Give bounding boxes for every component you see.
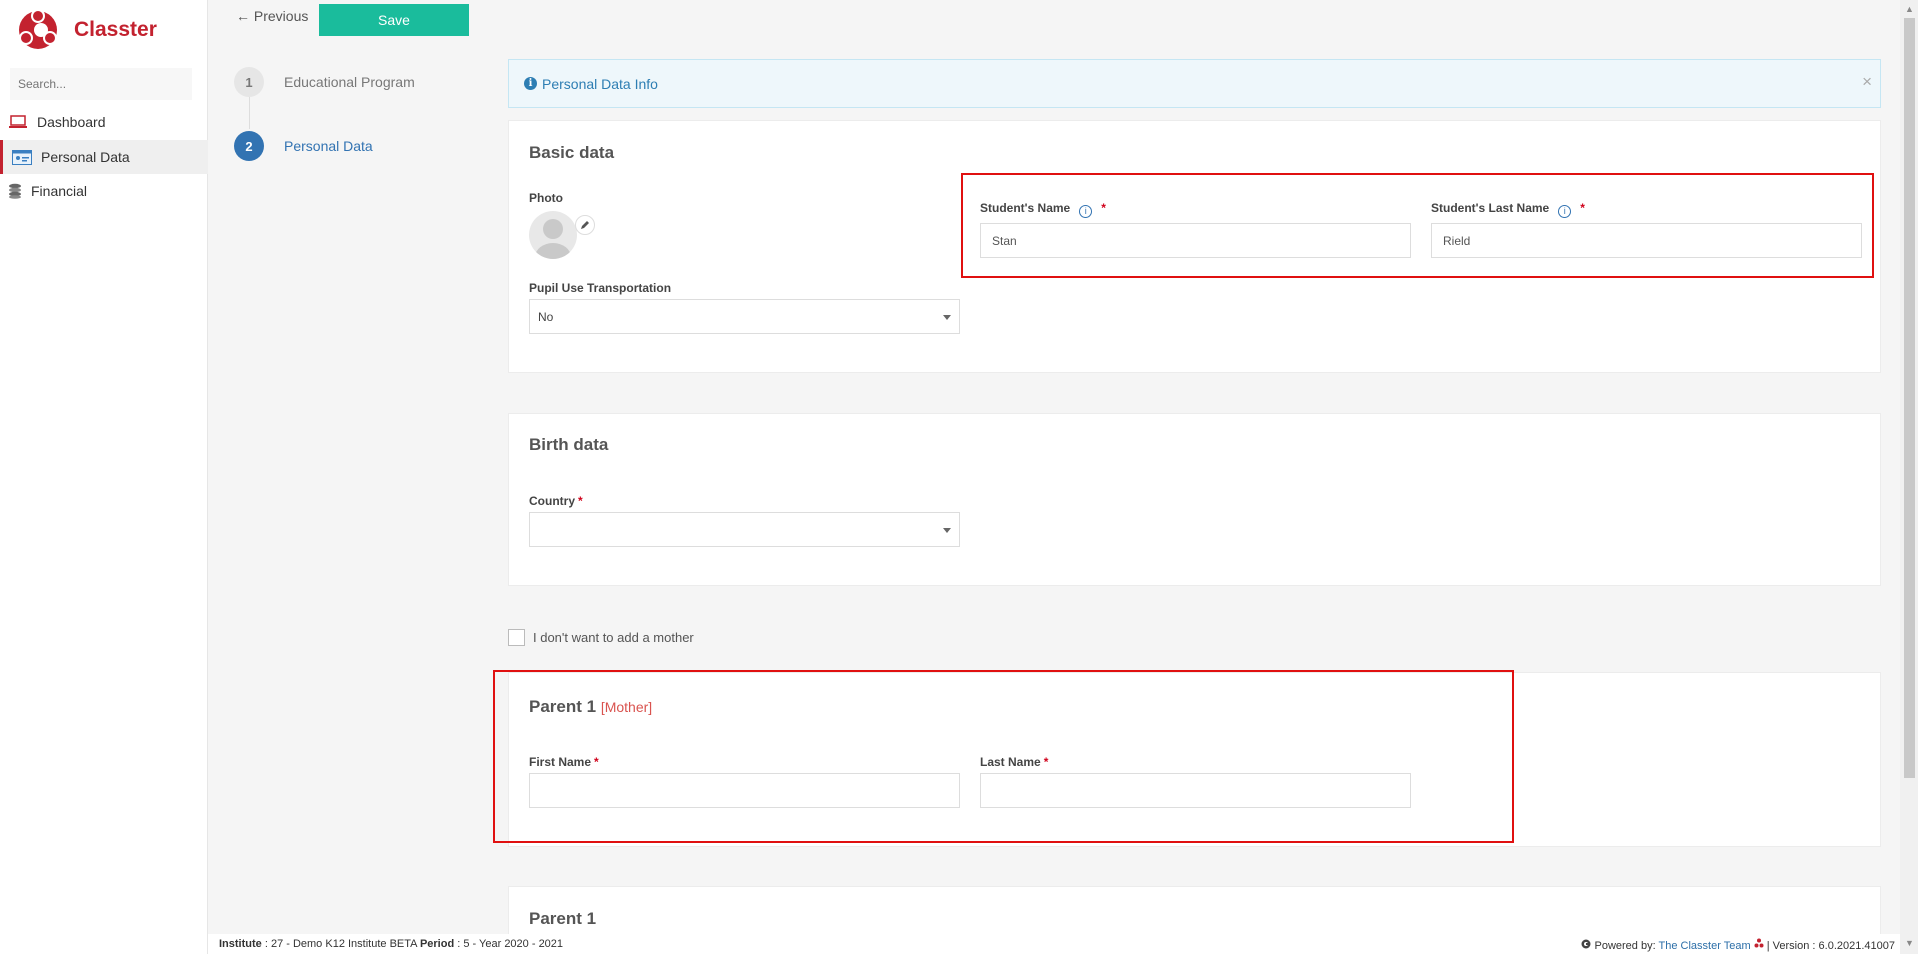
save-button[interactable]: Save [319, 4, 469, 36]
step-number: 2 [234, 131, 264, 161]
laptop-icon [8, 113, 28, 131]
no-mother-label: I don't want to add a mother [533, 630, 694, 645]
student-last-name-field[interactable] [1431, 223, 1862, 258]
required-mark: * [1043, 755, 1049, 769]
close-icon[interactable]: × [1862, 72, 1872, 92]
sidebar-item-personal-data[interactable]: Personal Data [0, 140, 208, 174]
country-label-text: Country [529, 494, 575, 508]
transport-label: Pupil Use Transportation [529, 281, 672, 295]
info-icon[interactable]: i [1079, 204, 1093, 218]
country-label: Country * [529, 494, 583, 508]
required-mark: * [594, 755, 599, 769]
parent2-card: Parent 1 [508, 886, 1881, 934]
sidebar-item-label: Personal Data [41, 149, 130, 165]
step-label: Personal Data [284, 138, 373, 154]
toolbar: ← Previous Save [208, 0, 1900, 38]
scrollbar[interactable]: ▲ ▼ [1900, 0, 1918, 954]
student-name-field[interactable] [980, 223, 1411, 258]
parent1-card: Parent 1 [Mother] First Name * Last Name * [508, 672, 1881, 847]
required-mark: * [1101, 201, 1106, 215]
info-icon: i [524, 77, 537, 90]
first-name-label-text: First Name [529, 755, 592, 769]
step-number: 1 [234, 67, 264, 97]
search-input[interactable] [10, 68, 192, 100]
card-title: Parent 1 [529, 909, 597, 928]
period-value: : 5 - Year 2020 - 2021 [454, 938, 564, 950]
chevron-down-icon [943, 315, 951, 320]
card-title: Parent 1 [Mother] [529, 697, 652, 717]
classter-team-link[interactable]: The Classter Team [1659, 940, 1751, 952]
pencil-icon [581, 221, 589, 229]
student-name-label-text: Student's Name [980, 201, 1071, 215]
footer-powered: Powered by: The Classter Team | Version … [1581, 938, 1895, 952]
student-last-name-label: Student's Last Name i * [1431, 201, 1585, 218]
sidebar: Classter Dashboard Personal Data Financi… [0, 0, 208, 954]
footer-institute: Institute : 27 - Demo K12 Institute BETA… [219, 938, 563, 950]
scrollbar-thumb[interactable] [1904, 18, 1915, 778]
copyright-icon [1581, 939, 1591, 949]
card-title: Basic data [529, 143, 615, 162]
edit-photo-button[interactable] [575, 215, 595, 235]
logo[interactable]: Classter [18, 8, 157, 52]
basic-data-card: Basic data Photo Student's Name i * Studen… [508, 120, 1881, 373]
sidebar-item-dashboard[interactable]: Dashboard [0, 105, 208, 139]
no-mother-option[interactable]: I don't want to add a mother [508, 629, 694, 646]
student-name-label: Student's Name i * [980, 201, 1106, 218]
transport-value: No [538, 309, 554, 324]
info-banner-text: Personal Data Info [542, 75, 658, 92]
period-label: Period [419, 938, 455, 950]
footer: Institute : 27 - Demo K12 Institute BETA… [208, 934, 1900, 954]
last-name-field[interactable] [980, 773, 1411, 808]
info-banner: i Personal Data Info × [508, 59, 1881, 108]
version-text: | Version : 6.0.2021.41007 [1766, 940, 1895, 952]
institute-value: : 27 - Demo K12 Institute BETA [261, 938, 420, 950]
last-name-label: Last Name * [980, 755, 1048, 769]
card-title: Birth data [529, 435, 609, 454]
sidebar-item-label: Financial [31, 183, 88, 199]
id-card-icon [12, 148, 32, 166]
previous-button[interactable]: ← Previous [236, 8, 308, 24]
app-root: Classter Dashboard Personal Data Financi… [0, 0, 1918, 954]
user-silhouette-icon [535, 219, 571, 259]
classter-logo-icon [19, 9, 57, 49]
sidebar-item-label: Dashboard [37, 114, 106, 130]
step-educational-program[interactable]: 1 Educational Program [234, 67, 415, 97]
scroll-down-icon[interactable]: ▼ [1905, 938, 1914, 948]
transport-select[interactable]: No [529, 299, 960, 334]
student-last-name-label-text: Student's Last Name [1431, 201, 1550, 215]
first-name-field[interactable] [529, 773, 960, 808]
step-personal-data[interactable]: 2 Personal Data [234, 131, 373, 161]
parent1-role: [Mother] [600, 699, 653, 715]
brand-name: Classter [74, 18, 157, 41]
powered-prefix: Powered by: [1594, 940, 1659, 952]
scroll-up-icon[interactable]: ▲ [1905, 4, 1914, 14]
chevron-down-icon [943, 528, 951, 533]
last-name-label-text: Last Name [980, 755, 1041, 769]
first-name-label: First Name * [529, 755, 599, 769]
country-select[interactable] [529, 512, 960, 547]
photo-label: Photo [529, 191, 563, 205]
avatar[interactable] [529, 211, 577, 259]
coins-icon [8, 182, 22, 200]
step-connector [249, 97, 250, 129]
parent1-title: Parent 1 [529, 697, 597, 716]
info-icon[interactable]: i [1558, 204, 1572, 218]
classter-small-logo-icon [1754, 938, 1764, 948]
institute-label: Institute [219, 938, 262, 950]
sidebar-item-financial[interactable]: Financial [0, 174, 208, 208]
no-mother-checkbox[interactable] [508, 629, 525, 646]
required-mark: * [1580, 201, 1585, 215]
step-label: Educational Program [284, 74, 415, 90]
birth-data-card: Birth data Country * [508, 413, 1881, 586]
required-mark: * [578, 494, 583, 508]
